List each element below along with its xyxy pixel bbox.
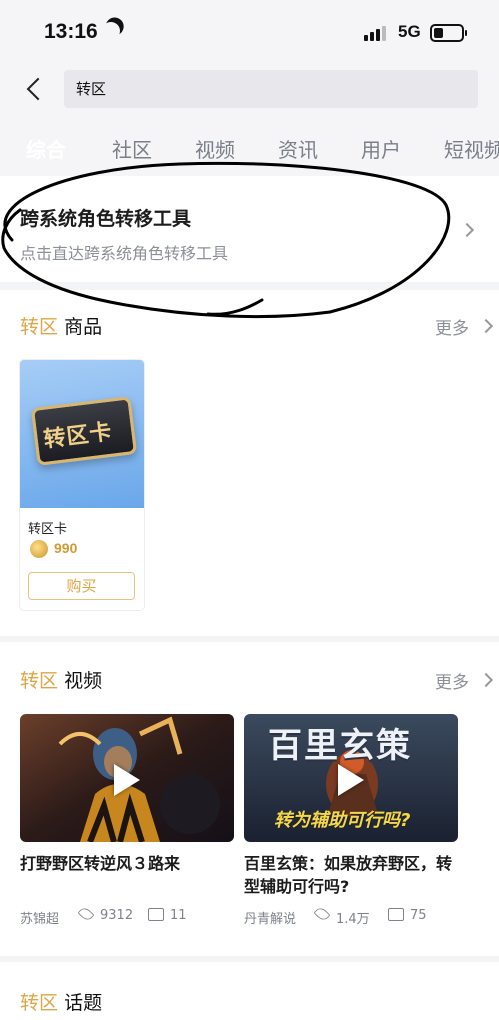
chevron-right-icon: [478, 318, 494, 334]
goods-section-title: 转区 商品: [20, 312, 102, 339]
video-more-label: 更多: [435, 673, 469, 693]
search-tabs: 综合 社区 视频 资讯 用户 短视频: [0, 120, 499, 176]
eye-icon: [77, 905, 95, 923]
thumb-bottom-text: 转为辅助可行吗?: [274, 810, 411, 831]
network-label: 5G: [398, 22, 421, 41]
product-card[interactable]: 转区卡 转区卡 990 购买: [20, 360, 144, 610]
video-label: 视频: [64, 670, 103, 692]
status-time: 13:16: [44, 20, 98, 43]
search-header: 转区: [0, 64, 499, 120]
goods-section: 转区 商品 更多 转区卡 转区卡 990 购买: [0, 290, 499, 636]
video-section: 转区 视频 更多 打野野区转逆风３路来 苏锦超 9312 11 百里玄策 转为辅…: [0, 642, 499, 956]
play-icon: [338, 764, 364, 796]
topic-section-title: 转区 话题: [20, 988, 102, 1015]
product-price: 990: [54, 540, 78, 556]
video-thumbnail: [20, 714, 234, 842]
chevron-left-icon[interactable]: [22, 76, 48, 106]
video-title: 百里玄策：如果放弃野区，转型辅助可行吗?: [244, 854, 453, 896]
video-views: 1.4万: [336, 912, 370, 927]
goods-more-label: 更多: [435, 319, 469, 339]
topic-section: 转区 话题: [0, 962, 499, 1020]
tool-description: 点击直达跨系统角色转移工具: [20, 244, 229, 263]
video-comments: 11: [170, 908, 187, 923]
comment-icon: [148, 908, 164, 921]
search-input[interactable]: 转区: [64, 70, 478, 108]
video-thumbnail: 百里玄策 转为辅助可行吗?: [244, 714, 458, 842]
goods-more-link[interactable]: 更多: [435, 314, 494, 339]
tab-all[interactable]: 综合: [22, 134, 70, 163]
product-image: 转区卡: [20, 360, 144, 508]
comment-icon: [388, 908, 404, 921]
tab-community[interactable]: 社区: [112, 134, 152, 163]
video-more-link[interactable]: 更多: [435, 668, 494, 693]
coin-icon: [30, 540, 48, 558]
video-views: 9312: [100, 908, 134, 923]
video-keyword: 转区: [20, 670, 59, 692]
thumb-top-text: 百里玄策: [268, 726, 412, 766]
tool-shortcut-card[interactable]: 跨系统角色转移工具 点击直达跨系统角色转移工具: [0, 176, 499, 282]
moon-icon: [99, 19, 122, 42]
topic-keyword: 转区: [20, 992, 59, 1014]
tab-news[interactable]: 资讯: [278, 134, 318, 163]
tool-title: 跨系统角色转移工具: [20, 208, 192, 230]
status-bar: 13:16 5G: [0, 0, 499, 64]
zone-transfer-card-art: 转区卡: [30, 396, 138, 466]
chevron-right-icon: [459, 222, 475, 238]
tab-video[interactable]: 视频: [195, 134, 235, 163]
card-art-text: 转区卡: [42, 419, 114, 453]
goods-keyword: 转区: [20, 316, 59, 338]
product-name: 转区卡: [28, 522, 68, 537]
play-icon: [114, 764, 140, 796]
video-comments: 75: [410, 908, 427, 923]
goods-label: 商品: [64, 316, 103, 338]
tab-short-video[interactable]: 短视频: [444, 134, 499, 163]
video-section-title: 转区 视频: [20, 666, 102, 693]
video-meta: 苏锦超 9312 11: [20, 905, 250, 927]
topic-label: 话题: [64, 992, 103, 1014]
video-author: 丹青解说: [244, 912, 297, 927]
battery-icon: [430, 24, 467, 42]
tab-users[interactable]: 用户: [361, 134, 401, 163]
buy-button[interactable]: 购买: [28, 572, 135, 600]
signal-icon: [364, 25, 390, 41]
eye-icon: [313, 905, 331, 923]
video-author: 苏锦超: [20, 912, 60, 927]
video-meta: 丹青解说 1.4万 75: [244, 905, 474, 927]
chevron-right-icon: [478, 672, 494, 688]
video-title: 打野野区转逆风３路来: [20, 854, 181, 873]
